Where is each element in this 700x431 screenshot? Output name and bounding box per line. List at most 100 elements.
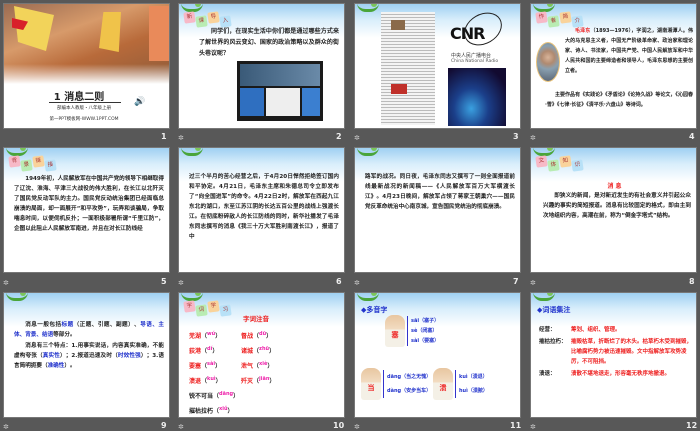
slide-thumbnail-12[interactable]: ◆词语集注 经营： 筹划、组织、管理。 摧枯拉朽： 摧毁枯草，折断烂了的木头。枯草朽木… <box>530 292 697 418</box>
animation-icon[interactable]: ✲ <box>354 134 360 142</box>
cartoon-girl-icon: 当 <box>361 368 381 400</box>
word: 摧枯拉朽 <box>189 408 214 415</box>
glossary-entry: 溃退： 溃散不堪地退走，形容毫无秩序地撤退。 <box>539 369 694 379</box>
animation-icon[interactable]: ✲ <box>530 279 536 287</box>
reading-item: dàng（安步当车） <box>387 388 432 394</box>
slide-thumbnail-7[interactable]: 路军的战况。同日夜，毛泽东同志又撰写了一则全面报道前线最新战况的新闻稿——《人民… <box>354 147 521 273</box>
definition: 筹划、组织、管理。 <box>571 327 621 333</box>
vine-decoration <box>357 4 379 12</box>
glossary-list: 经营： 筹划、组织、管理。 摧枯拉朽： 摧毁枯草，折断烂了的木头。枯草朽木受到摧毁，比… <box>539 325 694 381</box>
slide-number: 1 <box>161 132 167 141</box>
title-illustration <box>4 4 169 84</box>
word: 荻港 <box>189 348 202 355</box>
reading-item: sè（闭塞） <box>411 328 438 334</box>
slide-title: 1 消息二则 <box>53 92 105 103</box>
slide-thumbnail-2[interactable]: 新课导入 同学们，在现实生活中你们都是通过哪些方式来了解世界的风云变幻、国家的政… <box>178 3 345 129</box>
animation-icon[interactable]: ✲ <box>354 279 360 287</box>
pinyin: xiè <box>259 361 268 367</box>
author-bio: 毛泽东（1893—1976），字润之，湖南湘潭人。伟大的马克思主义者，中国无产阶… <box>565 28 693 74</box>
slide-thumbnail-8[interactable]: 文体知识 消 息 即狭义的新闻，是对新近发生的有社会意义并引起公众兴趣的事实的简… <box>530 147 697 273</box>
word: 督战 <box>241 333 254 340</box>
word: 歼灭 <box>241 378 254 385</box>
cnr-logo-arc <box>458 6 508 52</box>
pinyin: wú <box>207 331 216 337</box>
glossary-entry: 摧枯拉朽： 摧毁枯草，折断烂了的木头。枯草朽木受到摧毁，比喻腐朽势力被迅速摧毁。文… <box>539 337 694 367</box>
word: 诸城 <box>241 348 254 355</box>
section-tag: 字词学习 <box>183 300 232 317</box>
section-tag: 作者简介 <box>535 11 584 28</box>
news-features-text: 消息有三个特点：1.用事实说话，内容真实准确，不能虚构夸张（真实性）；2.报道迅… <box>14 343 164 369</box>
slide-subtitle: 部编本人教版・八年级上册 <box>57 106 111 111</box>
pinyin: zhū <box>259 346 270 352</box>
reading-item: kuì（溃退） <box>459 374 488 380</box>
slide-number: 4 <box>689 132 695 141</box>
slide-thumbnail-9[interactable]: 消息一般包括标题（正题、引题、副题）、导语、主体、背景、结语等部分。 消息有三个… <box>3 292 170 418</box>
section-heading: ◆多音字 <box>361 306 388 314</box>
term: 经营： <box>539 327 556 333</box>
pinyin-word: 督战（dū） <box>241 331 273 340</box>
definition: 溃散不堪地退走，形容毫无秩序地撤退。 <box>571 371 671 377</box>
section-heading: ◆词语集注 <box>537 306 571 314</box>
animation-icon[interactable]: ✲ <box>178 423 184 431</box>
slide-thumbnail-11[interactable]: ◆多音字 塞 sāi（塞子） sè（闭塞） sài（要塞） 当 dāng（当之无愧） dàn… <box>354 292 521 418</box>
intro-question: 同学们，在现实生活中你们都是通过哪些方式来了解世界的风云变幻、国家的政治策略以及… <box>199 28 339 57</box>
cnr-name-en: China National Radio <box>451 59 499 64</box>
animation-icon[interactable]: ✲ <box>178 134 184 142</box>
reading-item: sài（要塞） <box>411 338 440 344</box>
portrait-image <box>536 42 560 82</box>
background-text-continued: 过三个半月的苦心经营之后，于4月20日悍然拒绝签订国内和平协定。4月21日，毛泽… <box>189 174 339 240</box>
section-heading: 字词注音 <box>243 315 269 323</box>
animation-icon[interactable]: ✲ <box>530 134 536 142</box>
genre-definition: 即狭义的新闻，是对新近发生的有社会意义并引起公众兴趣的事实的简短报道。消息有比较… <box>543 193 691 219</box>
polyphone-group: 塞 sāi（塞子） sè（闭塞） sài（要塞） <box>385 315 439 347</box>
polyphone-group: 当 dāng（当之无愧） dàng（安步当车） <box>361 368 431 400</box>
animation-icon[interactable]: ✲ <box>354 423 360 431</box>
slide-number: 12 <box>686 421 698 430</box>
vine-decoration <box>533 293 555 301</box>
slide-thumbnail-1[interactable]: 1 消息二则 🔊 部编本人教版・八年级上册 第一PPT模板网-WWW.1PPT.… <box>3 3 170 129</box>
radio-broadcast-image <box>448 68 506 126</box>
newspaper-image <box>381 12 435 125</box>
term: 摧枯拉朽： <box>539 339 567 345</box>
word: 要塞 <box>189 363 202 370</box>
pinyin-word: 歼灭（jiān） <box>241 376 276 385</box>
pinyin-word: 荻港（dí） <box>189 346 219 355</box>
section-tag: 文体知识 <box>535 155 584 172</box>
author-works: 主要作品有《实践论》《矛盾论》《论持久战》等论文，《沁园春·雪》《七律·长征》《… <box>545 92 693 108</box>
cartoon-girl-icon: 溃 <box>433 368 453 400</box>
background-text: 1949年初，人民解放军在中国共产党的领导下相继取得了辽沈、淮海、平津三大战役的… <box>14 176 164 232</box>
vine-decoration <box>357 148 379 156</box>
pinyin: sài <box>207 361 216 367</box>
background-text-continued: 路军的战况。同日夜，毛泽东同志又撰写了一则全面报道前线最新战况的新闻稿——《人民… <box>365 174 515 210</box>
pinyin: dí <box>207 346 213 352</box>
slide-number: 9 <box>161 421 167 430</box>
slide-thumbnail-10[interactable]: 字词学习 字词注音 芜湖（wú） 督战（dū） 荻港（dí） 诸城（zhū） 要塞（sà… <box>178 292 345 418</box>
animation-icon[interactable]: ✲ <box>3 423 9 431</box>
pinyin-word: 要塞（sài） <box>189 361 222 370</box>
slide-thumbnail-6[interactable]: 过三个半月的苦心经营之后，于4月20日悍然拒绝签订国内和平协定。4月21日，毛泽… <box>178 147 345 273</box>
slide-thumbnail-5[interactable]: 背景链接 1949年初，人民解放军在中国共产党的领导下相继取得了辽沈、淮海、平津… <box>3 147 170 273</box>
animation-icon[interactable]: ✲ <box>530 423 536 431</box>
reading-item: dāng（当之无愧） <box>387 374 432 380</box>
slide-number: 8 <box>689 277 695 286</box>
pinyin-word: 芜湖（wú） <box>189 331 222 340</box>
pinyin-word: 泄气（xiè） <box>241 361 274 370</box>
slide-number: 5 <box>161 277 167 286</box>
slide-number: 11 <box>510 421 522 430</box>
slide-thumbnail-3[interactable]: CNR 中央人民广播电台 China National Radio <box>354 3 521 129</box>
pinyin: xiǔ <box>219 406 228 412</box>
pinyin: kuì <box>207 376 216 382</box>
word: 锐不可当 <box>189 393 214 400</box>
slide-thumbnail-4[interactable]: 作者简介 毛泽东（1893—1976），字润之，湖南湘潭人。伟大的马克思主义者，… <box>530 3 697 129</box>
section-tag: 新课导入 <box>183 11 232 28</box>
word: 泄气 <box>241 363 254 370</box>
pinyin-word-list: 芜湖（wú） 督战（dū） 荻港（dí） 诸城（zhū） 要塞（sài） 泄气（xiè） 溃… <box>189 331 344 415</box>
slide-number: 3 <box>513 132 519 141</box>
animation-icon[interactable]: ✲ <box>178 279 184 287</box>
vine-decoration <box>6 293 28 301</box>
news-structure-text: 消息一般包括标题（正题、引题、副题）、导语、主体、背景、结语等部分。 <box>14 322 164 338</box>
definition: 摧毁枯草，折断烂了的木头。枯草朽木受到摧毁，比喻腐朽势力被迅速摧毁。文中指解放军… <box>571 339 693 365</box>
section-heading: 消 息 <box>607 183 622 190</box>
animation-icon[interactable]: ✲ <box>3 279 9 287</box>
cartoon-girl-icon: 塞 <box>385 315 405 347</box>
